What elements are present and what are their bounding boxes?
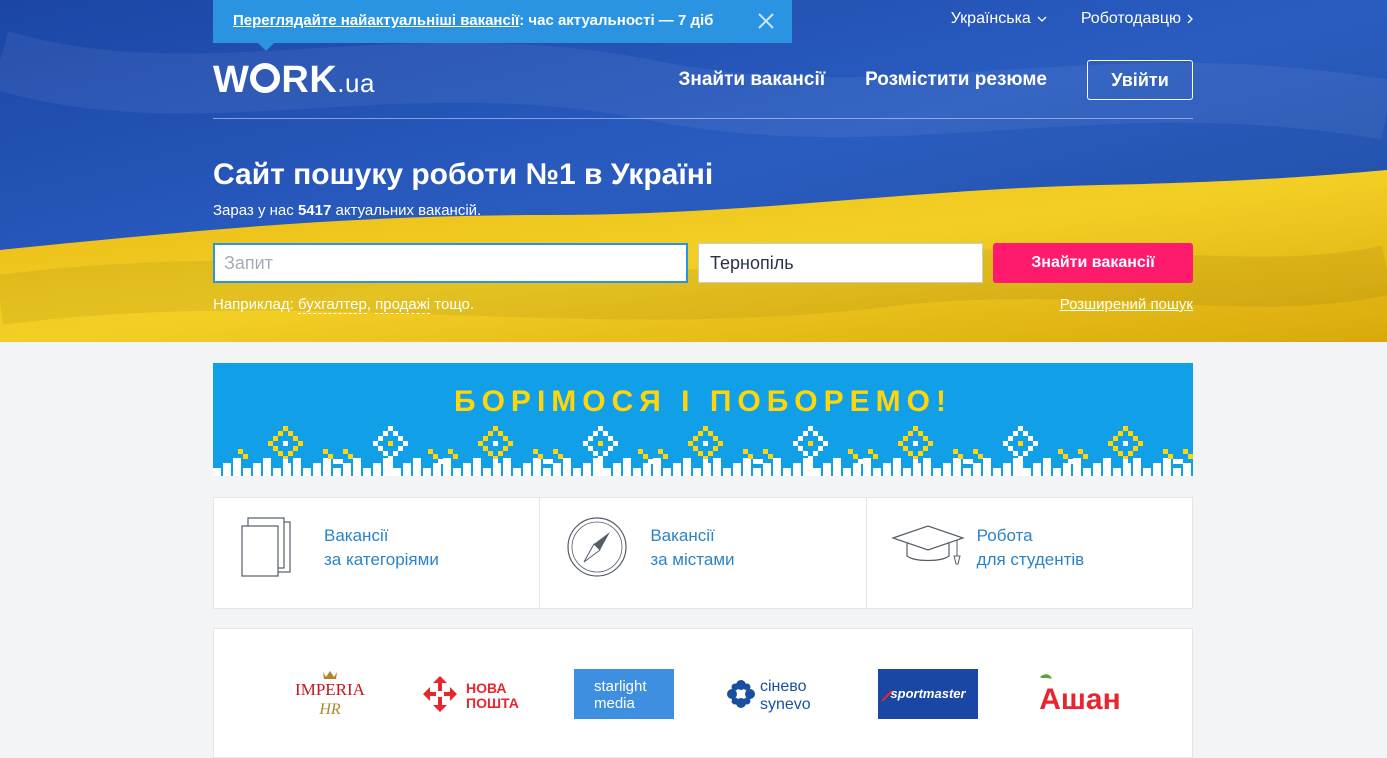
example-separator: , bbox=[366, 296, 376, 313]
employer-link[interactable]: Роботодавцю bbox=[1081, 10, 1193, 28]
imperia-text: IMPERIA bbox=[295, 680, 366, 699]
language-selector[interactable]: Українська bbox=[951, 10, 1047, 28]
language-label: Українська bbox=[950, 10, 1031, 27]
city-input[interactable] bbox=[698, 243, 983, 283]
banner-title: БОРІМОСЯ І ПОБОРЕМО! bbox=[454, 385, 952, 418]
category-label: Вакансії за категоріями bbox=[324, 524, 439, 572]
compass-icon bbox=[567, 517, 627, 577]
page-title: Сайт пошуку роботи №1 в Україні bbox=[213, 158, 714, 191]
site-logo[interactable]: W RK.ua bbox=[213, 59, 375, 102]
category-line2: за містами bbox=[650, 550, 735, 569]
imperia-hr-text: HR bbox=[318, 701, 341, 718]
search-query-input[interactable] bbox=[213, 243, 688, 283]
notice-banner: Переглядайте найактуальніші вакансії: ча… bbox=[213, 0, 792, 51]
chevron-down-icon bbox=[1037, 16, 1047, 22]
category-label: Робота для студентів bbox=[977, 524, 1085, 572]
vacancy-count: 5417 bbox=[297, 202, 332, 219]
find-jobs-link[interactable]: Знайти вакансії bbox=[678, 69, 825, 91]
post-resume-link[interactable]: Розмістити резюме bbox=[865, 69, 1047, 91]
documents-icon bbox=[241, 517, 291, 577]
logo-o bbox=[250, 63, 281, 93]
graduation-cap-icon bbox=[890, 525, 965, 565]
category-by-sector[interactable]: Вакансії за категоріями bbox=[214, 498, 541, 608]
main-nav: Знайти вакансії Розмістити резюме Увійти bbox=[678, 60, 1193, 100]
vacancy-count-text: Зараз у нас 5417 актуальних вакансій. bbox=[213, 202, 481, 219]
login-button[interactable]: Увійти bbox=[1087, 60, 1193, 100]
starlight-media-logo[interactable]: starlight media bbox=[574, 669, 674, 719]
category-links: Вакансії за категоріями Вакансії за міст… bbox=[213, 497, 1193, 609]
count-suffix: актуальних вакансій. bbox=[331, 202, 482, 219]
category-label: Вакансії за містами bbox=[650, 524, 734, 572]
advanced-search-link[interactable]: Розширений пошук bbox=[1060, 296, 1193, 313]
example-sales[interactable]: продажі bbox=[375, 296, 431, 314]
category-line2: за категоріями bbox=[324, 550, 439, 569]
example-prefix: Наприклад: bbox=[213, 296, 298, 313]
auchan-text: Ашан bbox=[1039, 683, 1120, 716]
employer-label: Роботодавцю bbox=[1080, 10, 1181, 27]
notice-link[interactable]: Переглядайте найактуальніші вакансії bbox=[233, 12, 519, 29]
logo-suffix: .ua bbox=[337, 68, 375, 98]
media-text: media bbox=[594, 695, 636, 712]
imperia-hr-logo[interactable]: IMPERIA HR bbox=[280, 669, 380, 719]
category-by-city[interactable]: Вакансії за містами bbox=[540, 498, 867, 608]
example-suffix: тощо. bbox=[430, 296, 475, 313]
synevo-lat-text: synevo bbox=[760, 696, 811, 713]
category-line1: Вакансії bbox=[650, 526, 715, 545]
auchan-logo[interactable]: Ашан bbox=[1030, 669, 1130, 719]
close-icon[interactable] bbox=[756, 11, 776, 31]
top-nav: Українська Роботодавцю bbox=[951, 10, 1193, 28]
logo-w: W bbox=[213, 59, 250, 101]
search-examples: Наприклад: бухгалтер, продажі тощо. bbox=[213, 296, 475, 314]
header-divider bbox=[213, 118, 1193, 119]
search-submit-button[interactable]: Знайти вакансії bbox=[993, 243, 1193, 283]
nova-text: НОВА bbox=[466, 680, 507, 696]
starlight-text: starlight bbox=[594, 678, 647, 695]
promo-banner[interactable]: БОРІМОСЯ І ПОБОРЕМО! bbox=[213, 363, 1193, 476]
sportmaster-text: sportmaster bbox=[890, 686, 966, 701]
synevo-logo[interactable]: сінево synevo bbox=[726, 669, 826, 719]
sportmaster-logo[interactable]: sportmaster bbox=[878, 669, 978, 719]
logo-rk: RK bbox=[281, 59, 338, 101]
category-line2: для студентів bbox=[976, 550, 1085, 569]
chevron-right-icon bbox=[1187, 14, 1193, 24]
category-students[interactable]: Робота для студентів bbox=[867, 498, 1192, 608]
synevo-cyr-text: сінево bbox=[760, 678, 807, 695]
employer-logos: IMPERIA HR НОВА ПОШТА starlight media сі… bbox=[213, 628, 1193, 758]
example-accountant[interactable]: бухгалтер bbox=[297, 296, 367, 314]
category-line1: Робота bbox=[976, 526, 1033, 545]
notice-tail bbox=[257, 42, 275, 51]
embroidery-pattern bbox=[213, 426, 1193, 476]
notice-text: : час актуальності — 7 діб bbox=[519, 12, 714, 29]
nova-poshta-logo[interactable]: НОВА ПОШТА bbox=[422, 669, 522, 719]
category-line1: Вакансії bbox=[324, 526, 389, 545]
poshta-text: ПОШТА bbox=[466, 695, 519, 711]
count-prefix: Зараз у нас bbox=[213, 202, 298, 219]
